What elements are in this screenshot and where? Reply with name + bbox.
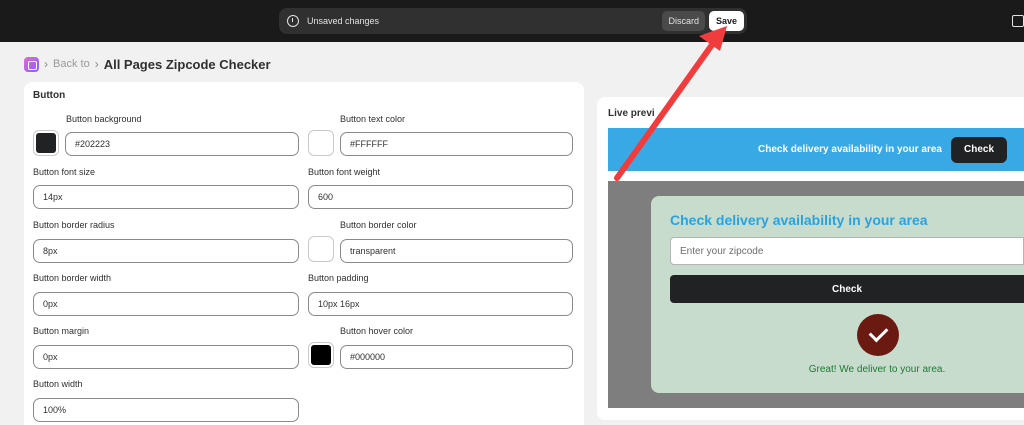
save-button[interactable]: Save [708,11,744,31]
button-text-color-label: Button text color [340,114,406,124]
store-icon[interactable] [1012,15,1024,27]
preview-banner: Check delivery availability in your area… [608,128,1024,171]
button-width-input[interactable]: 100% [33,398,299,422]
info-icon [287,15,299,27]
page-title: All Pages Zipcode Checker [103,56,271,72]
button-margin-input[interactable]: 0px [33,345,299,369]
button-text-color-input[interactable]: #FFFFFF [340,132,573,156]
swatch-fill [36,133,56,153]
button-text-color-swatch[interactable] [308,130,334,156]
app-logo-icon[interactable] [24,56,39,72]
swatch-fill [311,133,331,153]
contextual-save-bar: Unsaved changes Discard Save [279,8,747,34]
breadcrumb: › Back to › All Pages Zipcode Checker [24,55,271,73]
button-border-width-label: Button border width [33,273,112,283]
button-border-color-swatch[interactable] [308,236,334,262]
top-bar: Unsaved changes Discard Save [0,0,1024,42]
chevron-right-icon: › [44,57,48,71]
unsaved-changes-text: Unsaved changes [307,16,380,26]
button-width-label: Button width [33,379,83,389]
swatch-fill [311,239,331,259]
back-link[interactable]: Back to [53,58,90,70]
live-preview-label: Live previ [608,108,655,119]
live-preview-card: Live previ Check delivery availability i… [597,97,1024,420]
button-hover-color-swatch[interactable] [308,342,334,368]
discard-button[interactable]: Discard [662,11,705,31]
button-border-width-input[interactable]: 0px [33,292,299,316]
button-margin-label: Button margin [33,326,90,336]
button-hover-color-label: Button hover color [340,326,414,336]
button-background-input[interactable]: #202223 [65,132,299,156]
button-font-size-label: Button font size [33,167,96,177]
button-border-color-input[interactable]: transparent [340,239,573,263]
button-padding-label: Button padding [308,273,369,283]
button-settings-card: Button Button background #202223 Button … [24,82,584,425]
preview-overlay: Check delivery availability in your area… [608,181,1024,408]
modal-title: Check delivery availability in your area [670,212,928,228]
button-border-radius-label: Button border radius [33,220,115,230]
button-padding-input[interactable]: 10px 16px [308,292,573,316]
section-title: Button [33,90,66,101]
success-message: Great! We deliver to your area. [808,364,946,375]
button-font-size-input[interactable]: 14px [33,185,299,209]
zipcode-input[interactable]: Enter your zipcode [670,237,1024,265]
button-background-swatch[interactable] [33,130,59,156]
button-hover-color-input[interactable]: #000000 [340,345,573,369]
swatch-fill [311,345,331,365]
zipcode-checker-modal: Check delivery availability in your area… [651,196,1024,393]
chevron-right-icon: › [94,57,99,71]
button-border-color-label: Button border color [340,220,417,230]
button-background-label: Button background [66,114,142,124]
banner-check-button[interactable]: Check [951,136,1007,163]
banner-text: Check delivery availability in your area [758,144,942,155]
button-font-weight-label: Button font weight [308,167,381,177]
button-border-radius-input[interactable]: 8px [33,239,299,263]
button-font-weight-input[interactable]: 600 [308,185,573,209]
checkmark-icon [857,314,899,356]
modal-check-button[interactable]: Check [670,275,1024,303]
